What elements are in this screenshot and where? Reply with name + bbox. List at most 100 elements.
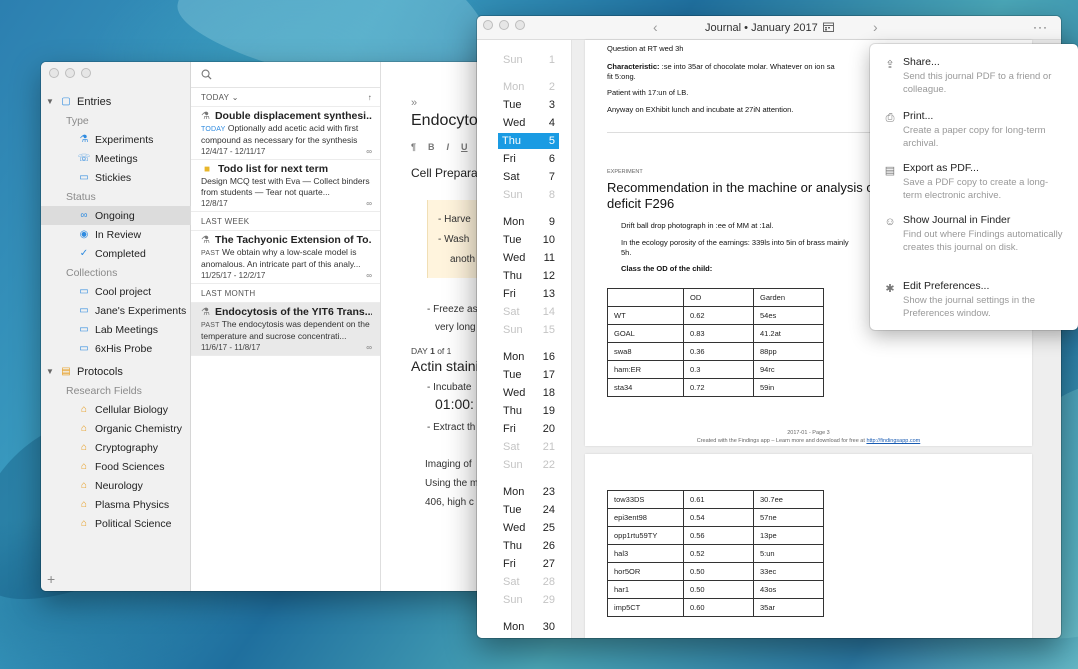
- sidebar-item-meetings[interactable]: ☏ Meetings: [41, 149, 191, 168]
- day-name: Sun: [503, 324, 523, 336]
- day-row[interactable]: Mon 23: [499, 484, 559, 500]
- day-row[interactable]: Fri 13: [499, 286, 559, 302]
- day-row[interactable]: Fri 6: [499, 151, 559, 167]
- sidebar-item-field[interactable]: ⌂ Plasma Physics: [41, 495, 191, 514]
- italic-button[interactable]: I: [447, 142, 450, 152]
- print-icon: ⎙: [885, 112, 895, 124]
- day-row[interactable]: Mon 2: [499, 79, 559, 95]
- close-window-button[interactable]: [49, 68, 59, 78]
- sidebar-item-label: Food Sciences: [95, 460, 165, 473]
- chevron-right-icon[interactable]: ›: [873, 19, 878, 35]
- day-row[interactable]: Sun 22: [499, 457, 559, 473]
- flask-icon: ⚗: [201, 306, 210, 318]
- zoom-window-button[interactable]: [81, 68, 91, 78]
- sidebar-item-in-review[interactable]: ◉ In Review: [41, 225, 191, 244]
- sidebar-item-completed[interactable]: ✓ Completed: [41, 244, 191, 263]
- list-item[interactable]: ■ Todo list for next term Design MCQ test…: [191, 160, 380, 212]
- sidebar-item-field[interactable]: ⌂ Political Science: [41, 514, 191, 533]
- sidebar-item-stickies[interactable]: ▭ Stickies: [41, 168, 191, 187]
- day-row[interactable]: Sun 1: [499, 52, 559, 68]
- day-row[interactable]: Tue 10: [499, 232, 559, 248]
- institution-icon: ⌂: [80, 442, 88, 453]
- folder-icon: ▭: [79, 324, 89, 335]
- day-row[interactable]: Fri 27: [499, 556, 559, 572]
- disclosure-down-icon[interactable]: ▼: [45, 367, 55, 376]
- table-row: sta34 0.72 59in: [607, 378, 824, 397]
- body-text: Imaging of: [425, 459, 472, 470]
- table-cell: 41.2at: [753, 324, 824, 343]
- table-cell: 0.36: [683, 342, 754, 361]
- day-number: 4: [548, 117, 555, 129]
- day-row[interactable]: Thu 12: [499, 268, 559, 284]
- day-row[interactable]: Mon 30: [499, 619, 559, 635]
- day-row[interactable]: Wed 25: [499, 520, 559, 536]
- folder-icon: ▭: [79, 286, 89, 297]
- day-row[interactable]: Sat 28: [499, 574, 559, 590]
- sidebar-protocols[interactable]: ▼ ▤ Protocols: [41, 362, 191, 381]
- sidebar-item-field[interactable]: ⌂ Organic Chemistry: [41, 419, 191, 438]
- day-row[interactable]: Sun 29: [499, 592, 559, 608]
- sidebar-item-collection[interactable]: ▭ 6xHis Probe: [41, 339, 191, 358]
- sidebar-item-field[interactable]: ⌂ Food Sciences: [41, 457, 191, 476]
- day-row[interactable]: Wed 18: [499, 385, 559, 401]
- expand-icon[interactable]: »: [411, 97, 417, 109]
- day-row[interactable]: Tue 24: [499, 502, 559, 518]
- table-cell: 54es: [753, 306, 824, 325]
- minimize-window-button[interactable]: [499, 20, 509, 30]
- sidebar-item-collection[interactable]: ▭ Jane's Experiments: [41, 301, 191, 320]
- day-row[interactable]: Sat 14: [499, 304, 559, 320]
- sidebar-item-field[interactable]: ⌂ Cryptography: [41, 438, 191, 457]
- day-row[interactable]: Wed 11: [499, 250, 559, 266]
- chevron-left-icon[interactable]: ‹: [653, 19, 658, 35]
- list-item[interactable]: ⚗ Double displacement synthesi... TODAY O…: [191, 107, 380, 160]
- sidebar-item-label: Experiments: [95, 133, 154, 146]
- underline-button[interactable]: U: [461, 142, 468, 152]
- search-icon[interactable]: [201, 69, 212, 80]
- paragraph-button[interactable]: ¶: [411, 142, 416, 152]
- flask-icon: ⚗: [79, 134, 89, 145]
- gear-icon: ✱: [885, 283, 895, 295]
- sidebar-item-experiments[interactable]: ⚗ Experiments: [41, 130, 191, 149]
- page-text: Drift ball drop photograph in :ee of MM …: [621, 221, 774, 230]
- day-row[interactable]: Wed 4: [499, 115, 559, 131]
- day-row[interactable]: Sat 7: [499, 169, 559, 185]
- more-icon[interactable]: ···: [1033, 20, 1048, 34]
- list-item[interactable]: ⚗ Endocytosis of the YIT6 Trans... PAST T…: [191, 303, 380, 356]
- search-bar[interactable]: [191, 62, 380, 88]
- sidebar-item-ongoing[interactable]: ∞ Ongoing: [41, 206, 191, 225]
- sidebar-item-field[interactable]: ⌂ Neurology: [41, 476, 191, 495]
- list-item[interactable]: ⚗ The Tachyonic Extension of To... PAST W…: [191, 231, 380, 284]
- day-row[interactable]: Sun 8: [499, 187, 559, 203]
- section-label: Type: [66, 114, 89, 127]
- menu-item-desc: Save a PDF copy to create a long-term el…: [903, 177, 1049, 201]
- entry-title-heading[interactable]: Endocytos: [411, 112, 486, 130]
- group-header-today[interactable]: TODAY ⌄ ↑: [191, 88, 380, 107]
- day-row[interactable]: Thu 26: [499, 538, 559, 554]
- day-row[interactable]: Fri 20: [499, 421, 559, 437]
- timer[interactable]: 01:00:: [435, 396, 474, 412]
- footer-link[interactable]: http://findingsapp.com: [866, 438, 920, 444]
- day-row[interactable]: Mon 16: [499, 349, 559, 365]
- page-heading-line: deficit F296: [607, 196, 675, 211]
- body-text: Using the m: [425, 478, 479, 489]
- bold-button[interactable]: B: [428, 142, 435, 152]
- day-row[interactable]: Sat 21: [499, 439, 559, 455]
- sort-button[interactable]: ↑: [368, 93, 372, 102]
- day-row[interactable]: Sun 15: [499, 322, 559, 338]
- sidebar-entries[interactable]: ▼ ▢ Entries: [41, 92, 191, 111]
- day-row[interactable]: Thu 19: [499, 403, 559, 419]
- disclosure-down-icon[interactable]: ▼: [45, 97, 55, 106]
- day-row[interactable]: Tue 17: [499, 367, 559, 383]
- table-row: imp5CT 0.60 35ar: [607, 598, 824, 617]
- minimize-window-button[interactable]: [65, 68, 75, 78]
- add-button[interactable]: +: [47, 571, 55, 587]
- day-row[interactable]: Tue 3: [499, 97, 559, 113]
- day-row[interactable]: Mon 9: [499, 214, 559, 230]
- sidebar-item-field[interactable]: ⌂ Cellular Biology: [41, 400, 191, 419]
- calendar-icon[interactable]: [823, 22, 834, 32]
- day-row[interactable]: Thu 5: [498, 133, 559, 149]
- zoom-window-button[interactable]: [515, 20, 525, 30]
- sidebar-item-collection[interactable]: ▭ Cool project: [41, 282, 191, 301]
- sidebar-item-collection[interactable]: ▭ Lab Meetings: [41, 320, 191, 339]
- close-window-button[interactable]: [483, 20, 493, 30]
